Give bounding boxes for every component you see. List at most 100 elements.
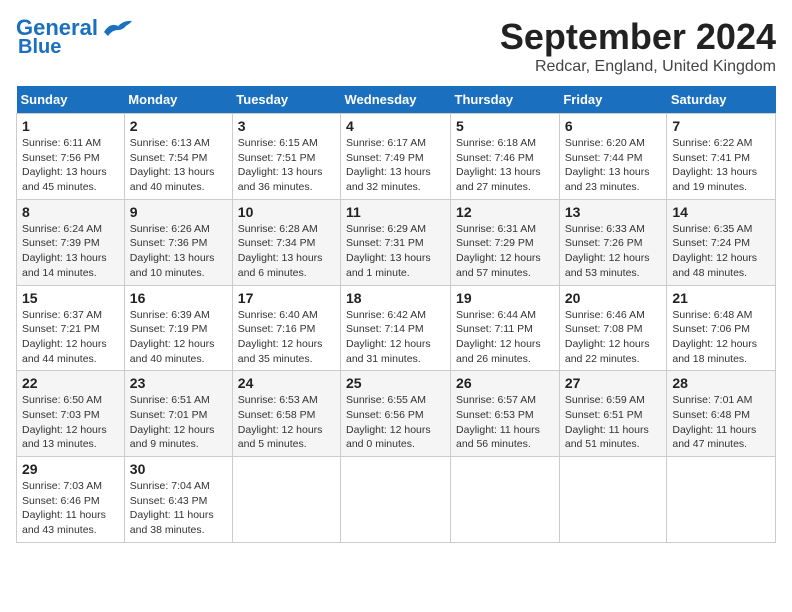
day-number: 20 <box>565 290 662 306</box>
day-number: 3 <box>238 118 335 134</box>
day-number: 30 <box>130 461 227 477</box>
title-block: September 2024 Redcar, England, United K… <box>500 16 776 76</box>
day-info: Sunrise: 6:20 AM Sunset: 7:44 PM Dayligh… <box>565 136 662 195</box>
day-info: Sunrise: 6:55 AM Sunset: 6:56 PM Dayligh… <box>346 393 445 452</box>
day-number: 10 <box>238 204 335 220</box>
calendar-cell: 8 Sunrise: 6:24 AM Sunset: 7:39 PM Daylig… <box>17 199 125 285</box>
weekday-header-saturday: Saturday <box>667 86 776 114</box>
day-info: Sunrise: 6:53 AM Sunset: 6:58 PM Dayligh… <box>238 393 335 452</box>
location: Redcar, England, United Kingdom <box>500 58 776 76</box>
calendar-cell: 16 Sunrise: 6:39 AM Sunset: 7:19 PM Dayli… <box>124 285 232 371</box>
calendar-cell: 29 Sunrise: 7:03 AM Sunset: 6:46 PM Dayli… <box>17 457 125 543</box>
calendar-cell: 23Sunrise: 6:51 AM Sunset: 7:01 PM Dayli… <box>124 371 232 457</box>
day-number: 29 <box>22 461 119 477</box>
day-info: Sunrise: 6:33 AM Sunset: 7:26 PM Dayligh… <box>565 222 662 281</box>
day-info: Sunrise: 6:39 AM Sunset: 7:19 PM Dayligh… <box>130 308 227 367</box>
day-info: Sunrise: 6:31 AM Sunset: 7:29 PM Dayligh… <box>456 222 554 281</box>
day-info: Sunrise: 6:51 AM Sunset: 7:01 PM Dayligh… <box>130 393 227 452</box>
weekday-header-wednesday: Wednesday <box>341 86 451 114</box>
calendar-cell: 15 Sunrise: 6:37 AM Sunset: 7:21 PM Dayli… <box>17 285 125 371</box>
day-info: Sunrise: 6:42 AM Sunset: 7:14 PM Dayligh… <box>346 308 445 367</box>
calendar-cell <box>667 457 776 543</box>
day-number: 17 <box>238 290 335 306</box>
month-title: September 2024 <box>500 16 776 58</box>
day-number: 5 <box>456 118 554 134</box>
day-info: Sunrise: 6:29 AM Sunset: 7:31 PM Dayligh… <box>346 222 445 281</box>
day-info: Sunrise: 6:46 AM Sunset: 7:08 PM Dayligh… <box>565 308 662 367</box>
day-info: Sunrise: 7:03 AM Sunset: 6:46 PM Dayligh… <box>22 479 119 538</box>
day-info: Sunrise: 6:18 AM Sunset: 7:46 PM Dayligh… <box>456 136 554 195</box>
day-number: 12 <box>456 204 554 220</box>
day-number: 2 <box>130 118 227 134</box>
calendar-cell <box>559 457 667 543</box>
day-number: 26 <box>456 375 554 391</box>
day-info: Sunrise: 6:28 AM Sunset: 7:34 PM Dayligh… <box>238 222 335 281</box>
calendar-cell: 22 Sunrise: 6:50 AM Sunset: 7:03 PM Dayli… <box>17 371 125 457</box>
calendar-cell: 20 Sunrise: 6:46 AM Sunset: 7:08 PM Dayli… <box>559 285 667 371</box>
day-info: Sunrise: 6:22 AM Sunset: 7:41 PM Dayligh… <box>672 136 770 195</box>
weekday-header-row: SundayMondayTuesdayWednesdayThursdayFrid… <box>17 86 776 114</box>
day-number: 28 <box>672 375 770 391</box>
calendar-cell: 3 Sunrise: 6:15 AM Sunset: 7:51 PM Daylig… <box>232 114 340 200</box>
day-number: 9 <box>130 204 227 220</box>
day-number: 13 <box>565 204 662 220</box>
day-info: Sunrise: 6:15 AM Sunset: 7:51 PM Dayligh… <box>238 136 335 195</box>
day-number: 15 <box>22 290 119 306</box>
day-info: Sunrise: 6:24 AM Sunset: 7:39 PM Dayligh… <box>22 222 119 281</box>
calendar-cell: 7 Sunrise: 6:22 AM Sunset: 7:41 PM Daylig… <box>667 114 776 200</box>
day-info: Sunrise: 6:26 AM Sunset: 7:36 PM Dayligh… <box>130 222 227 281</box>
calendar-cell: 21 Sunrise: 6:48 AM Sunset: 7:06 PM Dayli… <box>667 285 776 371</box>
day-number: 21 <box>672 290 770 306</box>
day-info: Sunrise: 6:50 AM Sunset: 7:03 PM Dayligh… <box>22 393 119 452</box>
day-number: 8 <box>22 204 119 220</box>
weekday-header-sunday: Sunday <box>17 86 125 114</box>
day-info: Sunrise: 6:48 AM Sunset: 7:06 PM Dayligh… <box>672 308 770 367</box>
weekday-header-friday: Friday <box>559 86 667 114</box>
logo-bird-icon <box>100 18 132 40</box>
calendar-cell <box>232 457 340 543</box>
calendar-cell: 11 Sunrise: 6:29 AM Sunset: 7:31 PM Dayli… <box>341 199 451 285</box>
day-number: 22 <box>22 375 119 391</box>
calendar-table: SundayMondayTuesdayWednesdayThursdayFrid… <box>16 86 776 543</box>
day-number: 27 <box>565 375 662 391</box>
calendar-cell: 30Sunrise: 7:04 AM Sunset: 6:43 PM Dayli… <box>124 457 232 543</box>
day-number: 25 <box>346 375 445 391</box>
calendar-cell: 10 Sunrise: 6:28 AM Sunset: 7:34 PM Dayli… <box>232 199 340 285</box>
day-info: Sunrise: 7:01 AM Sunset: 6:48 PM Dayligh… <box>672 393 770 452</box>
day-number: 14 <box>672 204 770 220</box>
calendar-cell: 6 Sunrise: 6:20 AM Sunset: 7:44 PM Daylig… <box>559 114 667 200</box>
day-info: Sunrise: 6:44 AM Sunset: 7:11 PM Dayligh… <box>456 308 554 367</box>
day-number: 7 <box>672 118 770 134</box>
day-info: Sunrise: 6:35 AM Sunset: 7:24 PM Dayligh… <box>672 222 770 281</box>
calendar-cell: 14 Sunrise: 6:35 AM Sunset: 7:24 PM Dayli… <box>667 199 776 285</box>
day-number: 11 <box>346 204 445 220</box>
calendar-cell: 26Sunrise: 6:57 AM Sunset: 6:53 PM Dayli… <box>451 371 560 457</box>
day-number: 6 <box>565 118 662 134</box>
calendar-week-1: 1Sunrise: 6:11 AM Sunset: 7:56 PM Daylig… <box>17 114 776 200</box>
calendar-cell: 4Sunrise: 6:17 AM Sunset: 7:49 PM Daylig… <box>341 114 451 200</box>
day-number: 4 <box>346 118 445 134</box>
weekday-header-thursday: Thursday <box>451 86 560 114</box>
calendar-cell: 25 Sunrise: 6:55 AM Sunset: 6:56 PM Dayli… <box>341 371 451 457</box>
day-info: Sunrise: 6:37 AM Sunset: 7:21 PM Dayligh… <box>22 308 119 367</box>
calendar-cell: 19 Sunrise: 6:44 AM Sunset: 7:11 PM Dayli… <box>451 285 560 371</box>
calendar-cell: 5 Sunrise: 6:18 AM Sunset: 7:46 PM Daylig… <box>451 114 560 200</box>
day-number: 1 <box>22 118 119 134</box>
calendar-week-3: 15 Sunrise: 6:37 AM Sunset: 7:21 PM Dayli… <box>17 285 776 371</box>
page-header: General Blue September 2024 Redcar, Engl… <box>16 16 776 76</box>
day-number: 18 <box>346 290 445 306</box>
calendar-week-5: 29 Sunrise: 7:03 AM Sunset: 6:46 PM Dayli… <box>17 457 776 543</box>
day-number: 16 <box>130 290 227 306</box>
calendar-cell: 24Sunrise: 6:53 AM Sunset: 6:58 PM Dayli… <box>232 371 340 457</box>
calendar-week-2: 8 Sunrise: 6:24 AM Sunset: 7:39 PM Daylig… <box>17 199 776 285</box>
calendar-cell <box>451 457 560 543</box>
calendar-cell: 18 Sunrise: 6:42 AM Sunset: 7:14 PM Dayli… <box>341 285 451 371</box>
day-info: Sunrise: 6:13 AM Sunset: 7:54 PM Dayligh… <box>130 136 227 195</box>
day-info: Sunrise: 6:40 AM Sunset: 7:16 PM Dayligh… <box>238 308 335 367</box>
day-number: 19 <box>456 290 554 306</box>
calendar-cell: 27Sunrise: 6:59 AM Sunset: 6:51 PM Dayli… <box>559 371 667 457</box>
calendar-cell: 9 Sunrise: 6:26 AM Sunset: 7:36 PM Daylig… <box>124 199 232 285</box>
calendar-cell: 28 Sunrise: 7:01 AM Sunset: 6:48 PM Dayli… <box>667 371 776 457</box>
logo-blue: Blue <box>18 36 61 58</box>
calendar-week-4: 22 Sunrise: 6:50 AM Sunset: 7:03 PM Dayli… <box>17 371 776 457</box>
